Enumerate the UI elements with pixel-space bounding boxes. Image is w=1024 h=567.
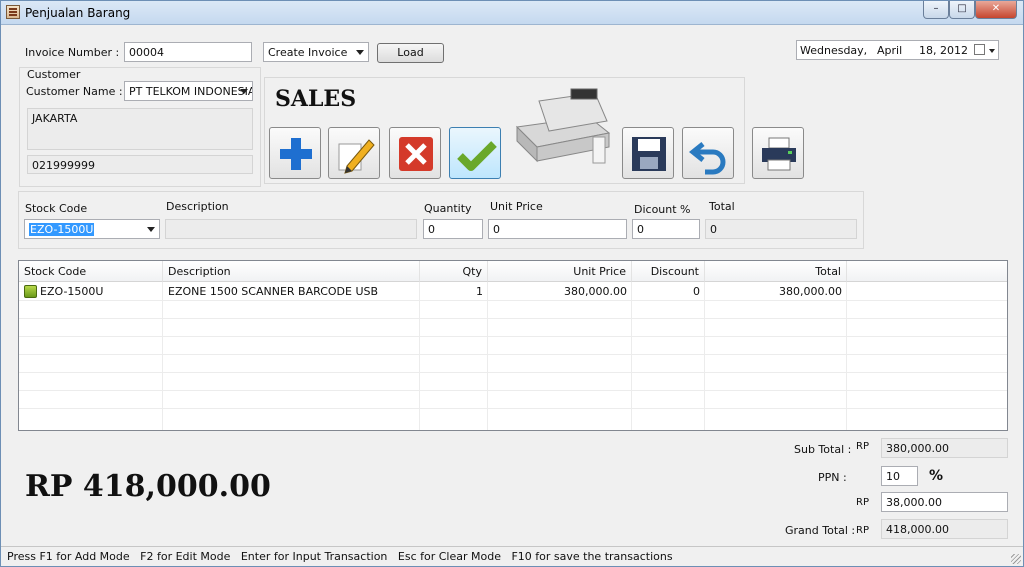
grid-row-line [19,354,1007,355]
quantity-label: Quantity [424,202,472,215]
invoice-number-label: Invoice Number : [25,46,120,59]
floppy-disk-icon [632,137,666,171]
discount-label: Dicount % [634,203,691,216]
customer-group: Customer Customer Name : PT TELKOM INDON… [19,67,261,187]
undo-arrow-icon [688,142,726,175]
grid-row-line [19,372,1007,373]
date-picker[interactable]: Wednesday, April 18, 2012 [796,40,999,60]
chevron-down-icon [240,89,248,94]
grand-total-currency: RP [856,525,869,536]
edit-button[interactable] [328,127,380,179]
date-day: Wednesday, [800,44,868,57]
customer-address-field[interactable]: JAKARTA [27,108,253,150]
customer-name-select[interactable]: PT TELKOM INDONESIA [124,81,253,101]
col-header-qty[interactable]: Qty [420,261,488,282]
delete-button[interactable] [389,127,441,179]
confirm-button[interactable] [449,127,501,179]
items-grid[interactable]: Stock Code Description Qty Unit Price Di… [18,260,1008,431]
ppn-input[interactable]: 10 [881,466,918,486]
customer-address: JAKARTA [32,112,78,125]
load-button[interactable]: Load [377,43,444,63]
grand-total-label: Grand Total : [785,524,856,537]
ppn-amount-field[interactable]: 38,000.00 [881,492,1008,512]
minimize-button[interactable]: – [923,1,949,19]
grand-total-field[interactable]: 418,000.00 [881,519,1008,539]
sales-title: SALES [275,86,357,112]
col-header-empty [847,261,1007,282]
col-header-unit-price[interactable]: Unit Price [488,261,632,282]
save-button[interactable] [622,127,674,179]
entry-panel: Stock Code EZO-1500U Description Quantit… [18,191,864,249]
ppn-label: PPN : [818,471,847,484]
subtotal-label: Sub Total : [794,443,852,456]
plus-icon [280,138,312,170]
window-title: Penjualan Barang [25,6,131,20]
col-header-description[interactable]: Description [163,261,420,282]
close-button[interactable]: ✕ [975,1,1017,19]
chevron-down-icon [356,50,364,55]
undo-button[interactable] [682,127,734,179]
add-button[interactable] [269,127,321,179]
cell-discount: 0 [693,285,700,298]
invoice-mode-value: Create Invoice [268,46,348,59]
total-label: Total [709,200,735,213]
cell-unit-price: 380,000.00 [564,285,627,298]
grid-row-line [19,408,1007,409]
grid-row-line [19,318,1007,319]
total-field[interactable]: 0 [705,219,857,239]
cell-qty: 1 [476,285,483,298]
customer-phone-field[interactable]: 021999999 [27,155,253,174]
unit-price-input[interactable]: 0 [488,219,627,239]
description-field[interactable] [165,219,417,239]
grid-row-line [19,390,1007,391]
customer-name-label: Customer Name : [26,85,123,98]
col-header-discount[interactable]: Discount [632,261,705,282]
subtotal-currency: RP [856,441,869,452]
date-month: April [877,44,903,57]
invoice-number-input[interactable]: 00004 [124,42,252,62]
col-header-total[interactable]: Total [705,261,847,282]
date-daynum: 18, 2012 [919,44,968,57]
quantity-input[interactable]: 0 [423,219,483,239]
cell-total: 380,000.00 [779,285,842,298]
ppn-amount-currency: RP [856,497,869,508]
grid-row-line [19,336,1007,337]
checkmark-icon [457,141,497,171]
cash-register-icon [515,88,611,164]
chevron-down-icon [147,227,155,232]
status-text: Press F1 for Add Mode F2 for Edit Mode E… [7,550,673,563]
stock-code-label: Stock Code [25,202,88,215]
cell-description: EZONE 1500 SCANNER BARCODE USB [168,285,379,298]
discount-input[interactable]: 0 [632,219,700,239]
stock-code-value: EZO-1500U [29,223,95,236]
invoice-mode-select[interactable]: Create Invoice [263,42,369,62]
cell-stock-code: EZO-1500U [40,285,104,298]
table-row[interactable]: EZO-1500U EZONE 1500 SCANNER BARCODE USB… [19,283,847,301]
maximize-button[interactable]: □ [949,1,975,19]
printer-icon [762,137,796,171]
title-bar: Penjualan Barang – □ ✕ [1,1,1023,25]
print-button[interactable] [752,127,804,179]
subtotal-field[interactable]: 380,000.00 [881,438,1008,458]
status-bar: Press F1 for Add Mode F2 for Edit Mode E… [1,546,1023,566]
unit-price-label: Unit Price [490,200,543,213]
x-icon [399,137,433,171]
resize-grip-icon[interactable] [1011,554,1021,564]
stock-code-select[interactable]: EZO-1500U [24,219,160,239]
grand-total-display: RP 418,000.00 [25,469,271,504]
main-window: Penjualan Barang – □ ✕ Invoice Number : … [0,0,1024,567]
calendar-icon[interactable] [974,44,985,55]
customer-group-label: Customer [27,68,81,81]
pencil-icon [338,139,375,174]
description-label: Description [166,200,229,213]
ppn-percent: % [929,468,944,484]
app-icon [6,5,20,19]
cash-register-image [509,87,615,169]
chevron-down-icon [989,49,995,53]
customer-name-value: PT TELKOM INDONESIA [129,85,253,98]
col-header-stock-code[interactable]: Stock Code [19,261,163,282]
